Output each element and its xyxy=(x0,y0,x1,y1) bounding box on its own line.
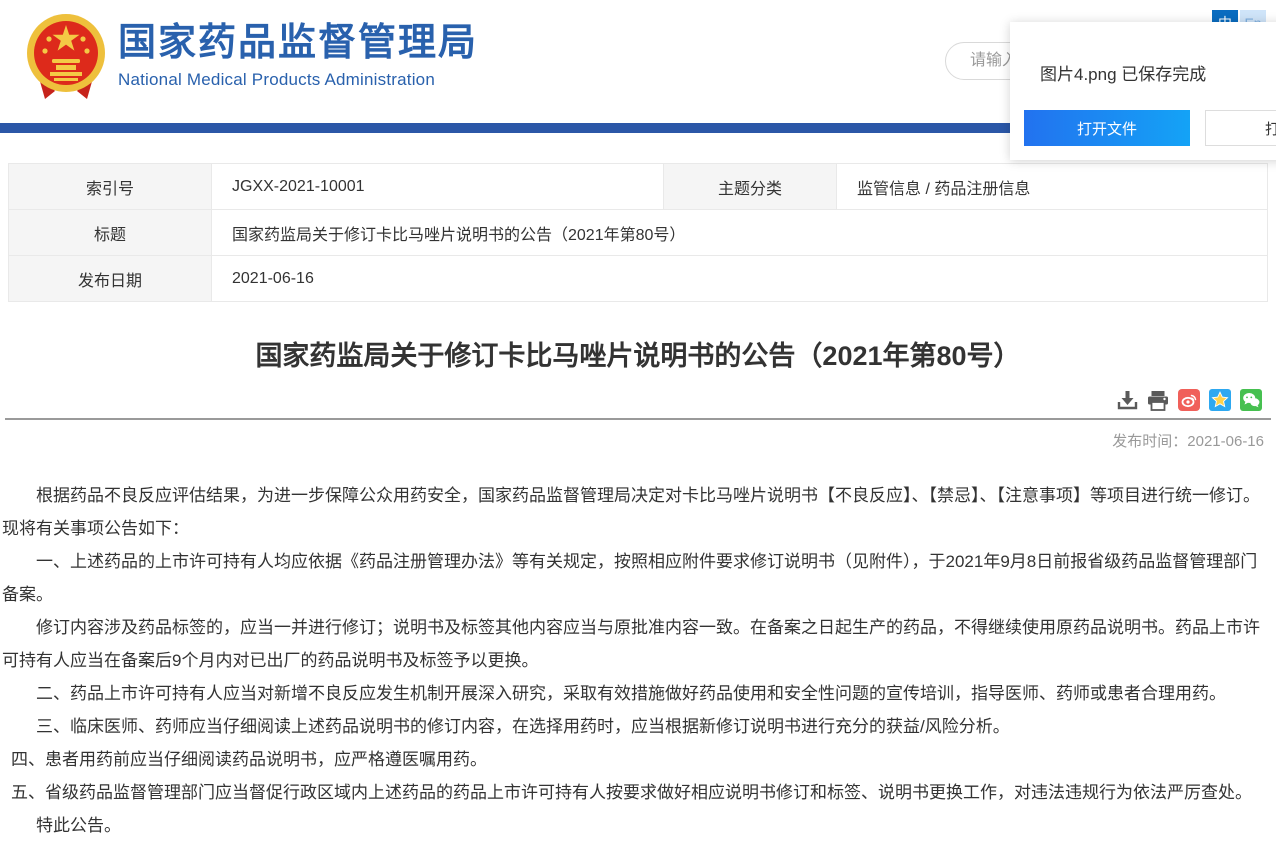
download-notification-popup: 图片4.png 已保存完成 打开文件 打开 xyxy=(1010,22,1276,160)
title-value: 国家药监局关于修订卡比马唑片说明书的公告（2021年第80号） xyxy=(212,210,1268,256)
wechat-icon[interactable] xyxy=(1240,389,1262,411)
page: 国家药品监督管理局 National Medical Products Admi… xyxy=(0,0,1276,843)
index-number-value: JGXX-2021-10001 xyxy=(212,164,664,210)
publish-time: 发布时间：2021-06-16 xyxy=(0,430,1264,451)
download-icon[interactable] xyxy=(1117,390,1138,411)
weibo-icon[interactable] xyxy=(1178,389,1200,411)
publish-time-label: 发布时间： xyxy=(1112,433,1187,450)
popup-buttons: 打开文件 打开 xyxy=(1024,110,1276,146)
paragraph: 特此公告。 xyxy=(2,809,1274,842)
qzone-icon[interactable] xyxy=(1209,389,1231,411)
publish-date-label: 发布日期 xyxy=(9,256,212,302)
title-label: 标题 xyxy=(9,210,212,256)
topic-category-label: 主题分类 xyxy=(664,164,837,210)
paragraph: 四、患者用药前应当仔细阅读药品说明书，应严格遵医嘱用药。 xyxy=(2,743,1274,776)
publish-time-value: 2021-06-16 xyxy=(1187,433,1264,450)
paragraph: 根据药品不良反应评估结果，为进一步保障公众用药安全，国家药品监督管理局决定对卡比… xyxy=(2,479,1274,545)
open-folder-button[interactable]: 打开 xyxy=(1205,110,1276,146)
site-title-block: 国家药品监督管理局 National Medical Products Admi… xyxy=(118,22,478,90)
download-complete-message: 图片4.png 已保存完成 xyxy=(1040,60,1276,85)
publish-date-value: 2021-06-16 xyxy=(212,256,1268,302)
print-icon[interactable] xyxy=(1147,390,1169,411)
paragraph: 二、药品上市许可持有人应当对新增不良反应发生机制开展深入研究，采取有效措施做好药… xyxy=(2,677,1274,710)
page-title: 国家药监局关于修订卡比马唑片说明书的公告（2021年第80号） xyxy=(20,338,1256,374)
topic-category-value: 监管信息 / 药品注册信息 xyxy=(837,164,1268,210)
table-row: 索引号 JGXX-2021-10001 主题分类 监管信息 / 药品注册信息 xyxy=(9,164,1268,210)
divider xyxy=(5,418,1271,420)
site-title-zh: 国家药品监督管理局 xyxy=(118,22,478,64)
article-body: 根据药品不良反应评估结果，为进一步保障公众用药安全，国家药品监督管理局决定对卡比… xyxy=(2,479,1274,842)
index-number-label: 索引号 xyxy=(9,164,212,210)
open-file-button[interactable]: 打开文件 xyxy=(1024,110,1190,146)
national-emblem-logo xyxy=(25,9,107,105)
paragraph: 三、临床医师、药师应当仔细阅读上述药品说明书的修订内容，在选择用药时，应当根据新… xyxy=(2,710,1274,743)
document-info-table: 索引号 JGXX-2021-10001 主题分类 监管信息 / 药品注册信息 标… xyxy=(8,163,1268,302)
paragraph: 一、上述药品的上市许可持有人均应依据《药品注册管理办法》等有关规定，按照相应附件… xyxy=(2,545,1274,611)
table-row: 标题 国家药监局关于修订卡比马唑片说明书的公告（2021年第80号） xyxy=(9,210,1268,256)
paragraph: 修订内容涉及药品标签的，应当一并进行修订；说明书及标签其他内容应当与原批准内容一… xyxy=(2,611,1274,677)
site-title-en: National Medical Products Administration xyxy=(118,70,478,90)
table-row: 发布日期 2021-06-16 xyxy=(9,256,1268,302)
share-toolbar xyxy=(0,388,1262,412)
paragraph: 五、省级药品监督管理部门应当督促行政区域内上述药品的药品上市许可持有人按要求做好… xyxy=(2,776,1274,809)
